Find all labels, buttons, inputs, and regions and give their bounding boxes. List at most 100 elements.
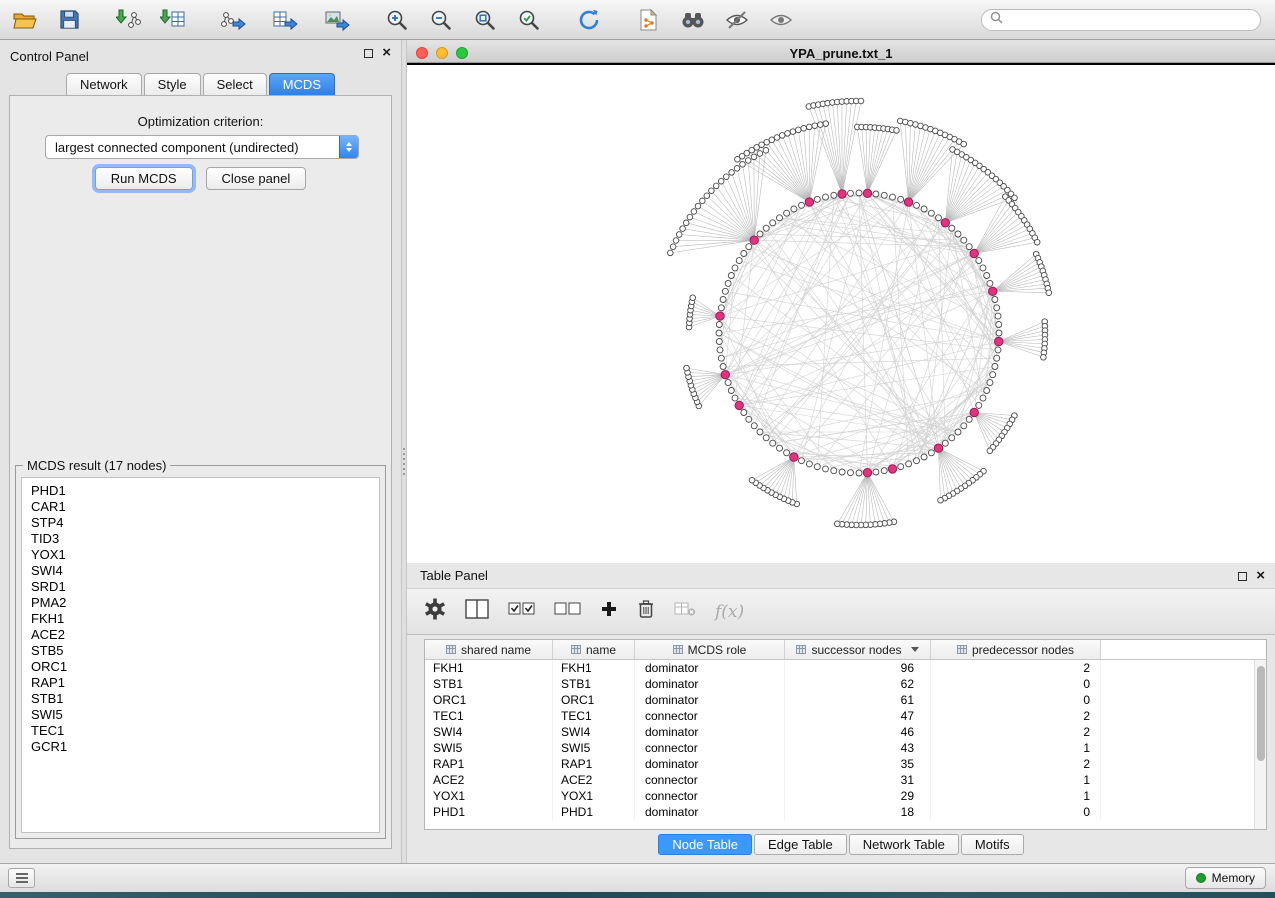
cell-mcds-role: dominator (635, 804, 785, 820)
mcds-node-item[interactable]: SRD1 (31, 579, 370, 595)
cell-shared-name: SWI4 (425, 724, 553, 740)
cell-name: TEC1 (553, 708, 635, 724)
mcds-node-item[interactable]: PHD1 (31, 483, 370, 499)
delete-column-icon[interactable] (637, 599, 655, 624)
cell-shared-name: YOX1 (425, 788, 553, 804)
cell-name: YOX1 (553, 788, 635, 804)
zoom-out-icon[interactable] (426, 5, 456, 35)
show-panels-button[interactable] (8, 868, 35, 888)
tab-style[interactable]: Style (144, 73, 201, 95)
memory-button[interactable]: Memory (1185, 867, 1266, 889)
run-mcds-button[interactable]: Run MCDS (95, 167, 193, 190)
tab-network[interactable]: Network (66, 73, 142, 95)
mcds-result-list[interactable]: PHD1CAR1STP4TID3YOX1SWI4SRD1PMA2FKH1ACE2… (21, 477, 380, 833)
save-icon[interactable] (54, 5, 84, 35)
table-scrollbar[interactable] (1254, 660, 1266, 829)
table-row[interactable]: PHD1PHD1dominator180 (425, 804, 1254, 820)
float-panel-icon[interactable] (364, 49, 373, 58)
cell-predecessor-nodes: 1 (931, 772, 1101, 788)
cell-successor-nodes: 18 (785, 804, 931, 820)
table-settings-gear-icon[interactable] (424, 598, 446, 625)
birds-eye-view-icon[interactable] (766, 5, 796, 35)
close-window-icon[interactable] (416, 47, 428, 59)
table-row[interactable]: ORC1ORC1dominator610 (425, 692, 1254, 708)
export-network-icon[interactable] (218, 5, 248, 35)
column-header-name[interactable]: name (553, 640, 635, 660)
control-panel: Control Panel × Network Style Select MCD… (0, 40, 401, 863)
close-panel-icon[interactable]: × (382, 48, 391, 58)
column-header-shared-name[interactable]: shared name (425, 640, 553, 660)
import-table-icon[interactable] (158, 5, 188, 35)
cell-mcds-role: connector (635, 740, 785, 756)
mcds-node-item[interactable]: ACE2 (31, 627, 370, 643)
table-row[interactable]: YOX1YOX1connector291 (425, 788, 1254, 804)
cell-predecessor-nodes: 0 (931, 676, 1101, 692)
cell-successor-nodes: 31 (785, 772, 931, 788)
tab-select[interactable]: Select (203, 73, 267, 95)
export-table-icon[interactable] (270, 5, 300, 35)
close-panel-button[interactable]: Close panel (206, 167, 307, 190)
maximize-window-icon[interactable] (456, 47, 468, 59)
search-network-icon[interactable] (678, 5, 708, 35)
add-column-icon[interactable] (600, 600, 618, 623)
tab-network-table[interactable]: Network Table (849, 834, 959, 855)
mcds-node-item[interactable]: SWI4 (31, 563, 370, 579)
column-header-mcds-role[interactable]: MCDS role (635, 640, 785, 660)
export-image-icon[interactable] (322, 5, 352, 35)
zoom-selected-icon[interactable] (514, 5, 544, 35)
open-folder-icon[interactable] (10, 5, 40, 35)
search-input[interactable] (1008, 13, 1252, 27)
table-row[interactable]: SWI5SWI5connector431 (425, 740, 1254, 756)
mcds-node-item[interactable]: YOX1 (31, 547, 370, 563)
column-header-successor-nodes[interactable]: successor nodes (785, 640, 931, 660)
mcds-node-item[interactable]: FKH1 (31, 611, 370, 627)
mcds-node-item[interactable]: PMA2 (31, 595, 370, 611)
mcds-node-item[interactable]: CAR1 (31, 499, 370, 515)
table-row[interactable]: RAP1RAP1dominator352 (425, 756, 1254, 772)
mcds-node-item[interactable]: TID3 (31, 531, 370, 547)
mcds-node-item[interactable]: GCR1 (31, 739, 370, 755)
share-document-icon[interactable] (634, 5, 664, 35)
table-row[interactable]: ACE2ACE2connector311 (425, 772, 1254, 788)
table-row[interactable]: STB1STB1dominator620 (425, 676, 1254, 692)
network-view-titlebar[interactable]: YPA_prune.txt_1 (407, 44, 1275, 63)
network-canvas[interactable] (407, 63, 1275, 563)
mcds-node-item[interactable]: STP4 (31, 515, 370, 531)
zoom-in-icon[interactable] (382, 5, 412, 35)
close-table-panel-icon[interactable]: × (1256, 571, 1265, 581)
mcds-node-item[interactable]: TEC1 (31, 723, 370, 739)
minimize-window-icon[interactable] (436, 47, 448, 59)
float-table-panel-icon[interactable] (1238, 572, 1247, 581)
tab-motifs[interactable]: Motifs (961, 834, 1024, 855)
zoom-fit-icon[interactable] (470, 5, 500, 35)
table-row[interactable]: SWI4SWI4dominator462 (425, 724, 1254, 740)
refresh-icon[interactable] (574, 5, 604, 35)
node-table-header: shared name name MCDS role successor nod… (425, 640, 1266, 660)
criterion-dropdown-value: largest connected component (undirected) (46, 140, 339, 155)
column-header-predecessor-nodes[interactable]: predecessor nodes (931, 640, 1101, 660)
mcds-result-fieldset: MCDS result (17 nodes) PHD1CAR1STP4TID3Y… (15, 465, 386, 839)
table-row[interactable]: FKH1FKH1dominator962 (425, 660, 1254, 676)
mcds-node-item[interactable]: STB1 (31, 691, 370, 707)
tab-edge-table[interactable]: Edge Table (754, 834, 847, 855)
mcds-node-item[interactable]: ORC1 (31, 659, 370, 675)
import-network-icon[interactable] (114, 5, 144, 35)
control-panel-title: Control Panel (10, 49, 89, 64)
table-row[interactable]: TEC1TEC1connector472 (425, 708, 1254, 724)
mcds-node-item[interactable]: STB5 (31, 643, 370, 659)
sort-chevron-down-icon[interactable] (911, 647, 919, 652)
search-box[interactable] (981, 9, 1261, 31)
cell-name: FKH1 (553, 660, 635, 676)
show-columns-icon[interactable] (465, 599, 489, 624)
cell-predecessor-nodes: 0 (931, 692, 1101, 708)
tab-mcds[interactable]: MCDS (269, 73, 335, 95)
mcds-node-item[interactable]: RAP1 (31, 675, 370, 691)
select-all-icon[interactable] (508, 601, 535, 622)
tab-node-table[interactable]: Node Table (658, 834, 752, 855)
splitter-handle[interactable] (403, 448, 405, 476)
hide-annotations-icon[interactable] (722, 5, 752, 35)
mcds-node-item[interactable]: SWI5 (31, 707, 370, 723)
deselect-all-icon[interactable] (554, 601, 581, 622)
criterion-dropdown[interactable]: largest connected component (undirected) (45, 135, 359, 159)
scrollbar-thumb[interactable] (1257, 666, 1265, 761)
